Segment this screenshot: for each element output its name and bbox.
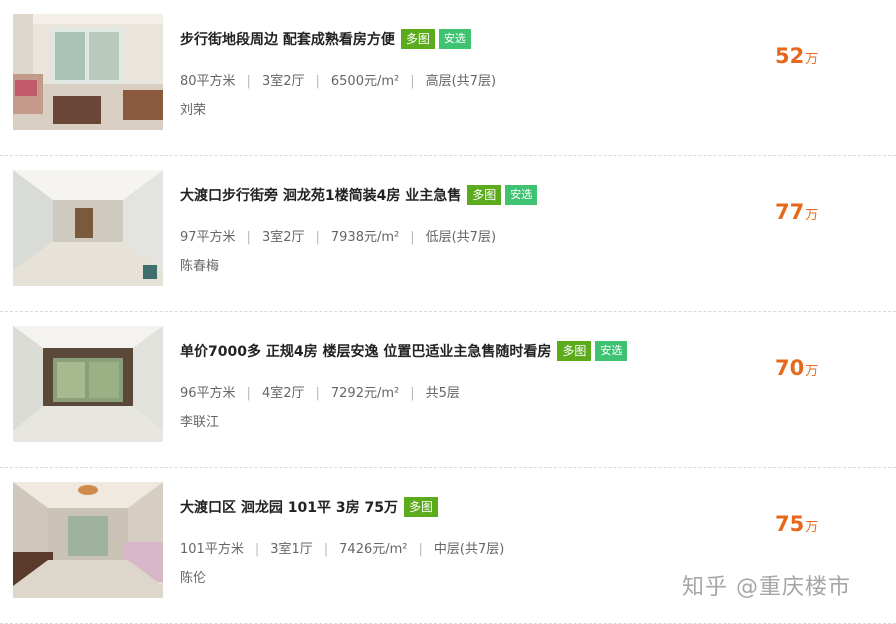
- total-price: 52万: [775, 44, 818, 68]
- floor-info: 高层(共7层): [425, 74, 497, 89]
- listing-photo[interactable]: [13, 14, 163, 130]
- divider: |: [246, 74, 251, 89]
- room-photo: [13, 170, 163, 286]
- divider: |: [323, 542, 329, 557]
- multi-photo-badge: 多图: [557, 341, 592, 361]
- agent-name[interactable]: 李联江: [180, 411, 219, 430]
- listing-card[interactable]: 单价7000多 正规4房 楼层安逸 位置巴适业主急售随时看房 多图 安选 96平…: [0, 312, 896, 468]
- area: 97平方米: [180, 230, 236, 245]
- floor-info: 中层(共7层): [433, 542, 505, 557]
- price-value: 75: [775, 512, 805, 536]
- divider: |: [315, 74, 320, 89]
- price-unit: 万: [805, 364, 819, 379]
- total-price: 77万: [775, 200, 818, 224]
- divider: |: [246, 386, 251, 401]
- divider: |: [410, 230, 415, 245]
- source-watermark: 知乎 @重庆楼市: [682, 575, 851, 600]
- listing-photo[interactable]: [13, 482, 163, 598]
- price-unit: 万: [805, 208, 819, 223]
- area: 101平方米: [180, 542, 244, 557]
- divider: |: [410, 386, 415, 401]
- listing-photo[interactable]: [13, 170, 163, 286]
- multi-photo-badge: 多图: [403, 497, 438, 517]
- agent-name[interactable]: 刘荣: [180, 99, 206, 118]
- agent-name[interactable]: 陈春梅: [180, 255, 219, 274]
- living-room-photo: [13, 14, 163, 130]
- divider: |: [315, 386, 320, 401]
- listing-card[interactable]: 大渡口步行街旁 洄龙苑1楼简装4房 业主急售 多图 安选 97平方米 | 3室2厅 |…: [0, 156, 896, 312]
- divider: |: [246, 230, 251, 245]
- unit-price: 7292元/m²: [330, 386, 400, 401]
- agent-name[interactable]: 陈伦: [180, 567, 206, 586]
- listing-attributes: 80平方米 | 3室2厅 | 6500元/m² | 高层(共7层): [180, 70, 496, 89]
- divider: |: [410, 74, 415, 89]
- verified-badge: 安选: [595, 341, 628, 361]
- listing-title[interactable]: 大渡口步行街旁 洄龙苑1楼简装4房 业主急售: [180, 185, 461, 205]
- verified-badge: 安选: [438, 29, 471, 49]
- listing-title[interactable]: 大渡口区 洄龙园 101平 3房 75万: [180, 497, 398, 517]
- unit-price: 6500元/m²: [330, 74, 400, 89]
- room-layout: 4室2厅: [261, 386, 305, 401]
- listing-title[interactable]: 步行街地段周边 配套成熟看房方便: [180, 29, 395, 49]
- total-price: 75万: [775, 512, 818, 536]
- unit-price: 7426元/m²: [339, 542, 408, 557]
- listing-photo[interactable]: [13, 326, 163, 442]
- price-value: 52: [775, 44, 805, 68]
- floor-info: 共5层: [425, 386, 460, 401]
- price-value: 77: [775, 200, 805, 224]
- unit-price: 7938元/m²: [330, 230, 400, 245]
- price-value: 70: [775, 356, 805, 380]
- total-price: 70万: [775, 356, 818, 380]
- multi-photo-badge: 多图: [400, 29, 435, 49]
- living-room-photo: [13, 482, 163, 598]
- listing-attributes: 97平方米 | 3室2厅 | 7938元/m² | 低层(共7层): [180, 226, 496, 245]
- multi-photo-badge: 多图: [467, 185, 502, 205]
- listing-attributes: 96平方米 | 4室2厅 | 7292元/m² | 共5层: [180, 382, 460, 401]
- price-unit: 万: [805, 520, 819, 535]
- area: 80平方米: [180, 74, 236, 89]
- listing-title[interactable]: 单价7000多 正规4房 楼层安逸 位置巴适业主急售随时看房: [180, 341, 551, 361]
- room-layout: 3室2厅: [261, 230, 305, 245]
- divider: |: [254, 542, 260, 557]
- divider: |: [315, 230, 320, 245]
- listing-attributes: 101平方米 | 3室1厅 | 7426元/m² | 中层(共7层): [180, 538, 504, 557]
- price-unit: 万: [805, 52, 819, 67]
- listing-card[interactable]: 步行街地段周边 配套成熟看房方便 多图 安选 80平方米 | 3室2厅 | 6500元/…: [0, 0, 896, 156]
- room-layout: 3室2厅: [261, 74, 305, 89]
- verified-badge: 安选: [505, 185, 538, 205]
- room-photo: [13, 326, 163, 442]
- area: 96平方米: [180, 386, 236, 401]
- room-layout: 3室1厅: [270, 542, 313, 557]
- divider: |: [418, 542, 423, 557]
- floor-info: 低层(共7层): [425, 230, 497, 245]
